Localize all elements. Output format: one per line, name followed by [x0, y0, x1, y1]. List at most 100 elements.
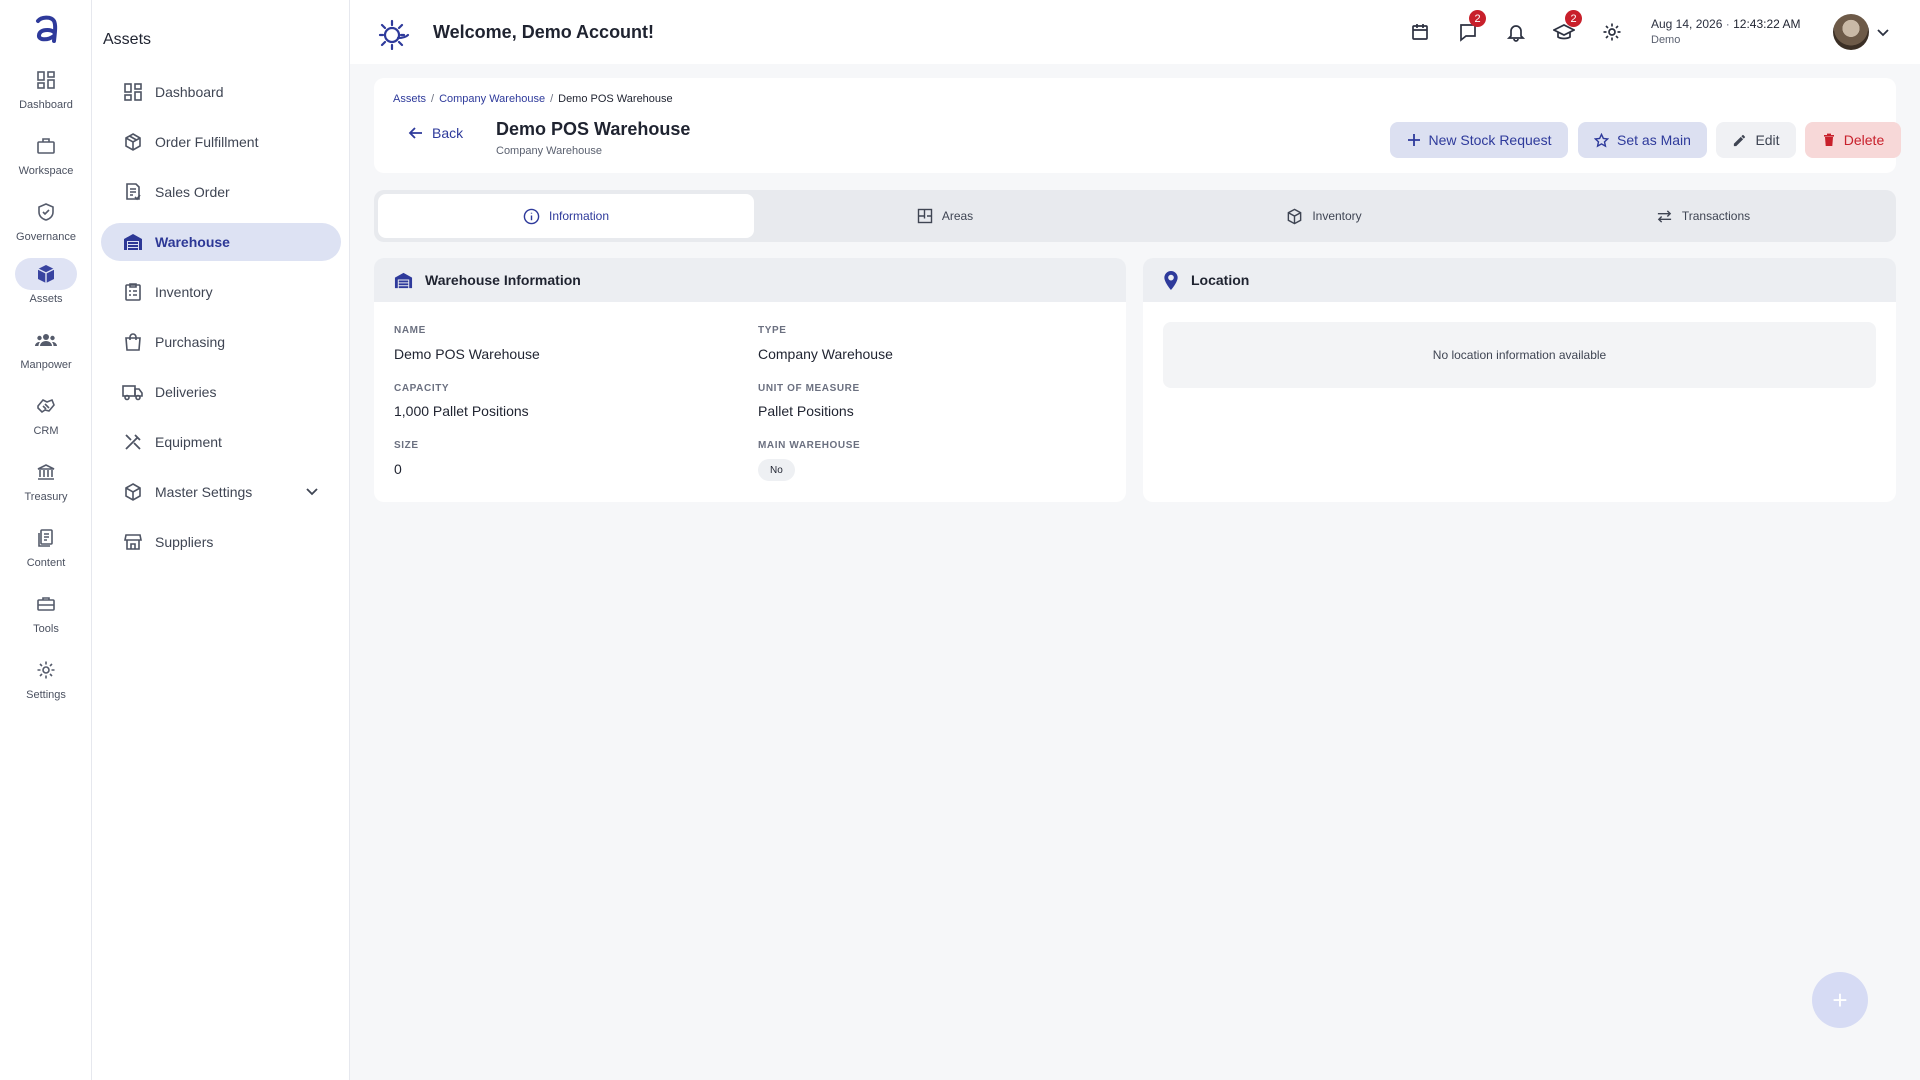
map-pin-icon [1163, 270, 1179, 290]
sidebar-item-sales-order[interactable]: Sales Order [101, 173, 341, 211]
chevron-down-icon[interactable] [303, 482, 321, 500]
sidebar-item-label: Suppliers [155, 534, 214, 550]
datetime: Aug 14, 2026 · 12:43:22 AM [1651, 17, 1801, 31]
document-icon [15, 522, 77, 554]
breadcrumb-link-company-warehouse[interactable]: Company Warehouse [439, 93, 545, 105]
back-button[interactable]: Back [408, 125, 463, 141]
rail-item-crm[interactable]: CRM [0, 390, 92, 450]
button-label: Set as Main [1617, 132, 1691, 148]
button-label: Edit [1755, 132, 1780, 148]
new-stock-request-button[interactable]: New Stock Request [1390, 122, 1568, 158]
sidebar-item-order-fulfillment[interactable]: Order Fulfillment [101, 123, 341, 161]
rail-item-workspace[interactable]: Workspace [0, 130, 92, 190]
tab-inventory[interactable]: Inventory [1136, 194, 1512, 238]
tab-bar: Information Areas Inventory Transactions [374, 190, 1896, 242]
panel-title: Location [1191, 272, 1250, 288]
sidebar-item-master-settings[interactable]: Master Settings [101, 473, 341, 511]
breadcrumb-separator: / [431, 93, 435, 105]
rail-label: Workspace [18, 165, 74, 177]
rail-item-assets[interactable]: Assets [0, 258, 92, 318]
learn-badge: 2 [1565, 10, 1582, 27]
rail-label: Settings [26, 689, 66, 701]
type-label: TYPE [758, 325, 787, 336]
sidebar-item-equipment[interactable]: Equipment [101, 423, 341, 461]
sidebar-item-warehouse[interactable]: Warehouse [101, 223, 341, 261]
time-text: 12:43:22 AM [1733, 17, 1801, 31]
page-subtitle: Company Warehouse [496, 145, 602, 157]
tab-label: Transactions [1681, 209, 1751, 223]
sidebar-item-label: Warehouse [155, 234, 230, 250]
rail-item-manpower[interactable]: Manpower [0, 324, 92, 384]
edit-button[interactable]: Edit [1716, 122, 1796, 158]
tools-icon [122, 431, 144, 453]
handshake-icon [15, 390, 77, 422]
sidebar-item-label: Master Settings [155, 484, 253, 500]
gear-icon [15, 654, 77, 686]
gear-icon[interactable] [1600, 20, 1624, 44]
sidebar-item-dashboard[interactable]: Dashboard [101, 73, 341, 111]
sidebar-item-label: Sales Order [155, 184, 230, 200]
button-label: New Stock Request [1428, 132, 1552, 148]
page-header-card: Assets / Company Warehouse / Demo POS Wa… [374, 78, 1901, 173]
delete-button[interactable]: Delete [1805, 122, 1901, 158]
rail-item-tools[interactable]: Tools [0, 588, 92, 648]
user-name: Demo [1651, 34, 1681, 46]
panel-header: Warehouse Information [374, 258, 1126, 302]
rail-item-dashboard[interactable]: Dashboard [0, 64, 92, 124]
rail-label: Manpower [20, 359, 72, 371]
rail-label: Governance [16, 231, 76, 243]
app-logo[interactable] [28, 12, 64, 48]
sidebar-item-suppliers[interactable]: Suppliers [101, 523, 341, 561]
trash-icon [1822, 133, 1836, 147]
warehouse-icon [122, 231, 144, 253]
grid-icon [122, 81, 144, 103]
package-icon [122, 131, 144, 153]
rail-item-content[interactable]: Content [0, 522, 92, 582]
chevron-down-icon[interactable] [1875, 24, 1891, 40]
toolbox-icon [15, 588, 77, 620]
people-icon [15, 324, 77, 356]
graduation-cap-icon[interactable]: 2 [1552, 10, 1582, 44]
warehouse-icon [394, 271, 413, 290]
warehouse-info-panel: Warehouse Information NAME Demo POS Ware… [374, 258, 1126, 502]
shield-icon [15, 196, 77, 228]
sidebar-item-label: Order Fulfillment [155, 134, 259, 150]
breadcrumb-link-assets[interactable]: Assets [393, 93, 426, 105]
main-warehouse-chip: No [758, 459, 795, 481]
page-title: Demo POS Warehouse [496, 119, 691, 139]
sidebar-item-label: Dashboard [155, 84, 224, 100]
type-value: Company Warehouse [758, 346, 893, 362]
avatar[interactable] [1833, 14, 1869, 50]
panel-title: Warehouse Information [425, 272, 581, 288]
sidebar-item-purchasing[interactable]: Purchasing [101, 323, 341, 361]
rail-item-settings[interactable]: Settings [0, 654, 92, 714]
shopping-bag-icon [122, 331, 144, 353]
module-sidebar: Assets Dashboard Order Fulfillment Sales… [92, 0, 350, 1080]
tab-label: Inventory [1312, 209, 1362, 223]
set-as-main-button[interactable]: Set as Main [1578, 122, 1707, 158]
sidebar-title: Assets [103, 31, 152, 48]
truck-icon [122, 381, 144, 403]
calendar-icon[interactable] [1408, 20, 1432, 44]
tab-areas[interactable]: Areas [757, 194, 1133, 238]
tab-transactions[interactable]: Transactions [1515, 194, 1891, 238]
sidebar-item-deliveries[interactable]: Deliveries [101, 373, 341, 411]
add-fab-button[interactable]: + [1812, 972, 1868, 1028]
size-value: 0 [394, 461, 402, 477]
bell-icon[interactable] [1504, 20, 1528, 44]
sidebar-item-inventory[interactable]: Inventory [101, 273, 341, 311]
rail-item-treasury[interactable]: Treasury [0, 456, 92, 516]
app-rail: Dashboard Workspace Governance Assets Ma… [0, 0, 92, 1080]
receipt-icon [122, 181, 144, 203]
location-panel: Location No location information availab… [1143, 258, 1896, 502]
breadcrumb: Assets / Company Warehouse / Demo POS Wa… [393, 93, 673, 105]
main-warehouse-label: MAIN WAREHOUSE [758, 440, 861, 451]
bank-icon [15, 456, 77, 488]
top-header: Welcome, Demo Account! 2 2 Aug 14, 2026 … [350, 0, 1920, 64]
uom-label: UNIT OF MEASURE [758, 383, 860, 394]
date-text: Aug 14, 2026 [1651, 17, 1723, 31]
tab-information[interactable]: Information [378, 194, 754, 238]
panel-header: Location [1143, 258, 1896, 302]
chat-icon[interactable]: 2 [1456, 10, 1486, 44]
rail-item-governance[interactable]: Governance [0, 196, 92, 256]
